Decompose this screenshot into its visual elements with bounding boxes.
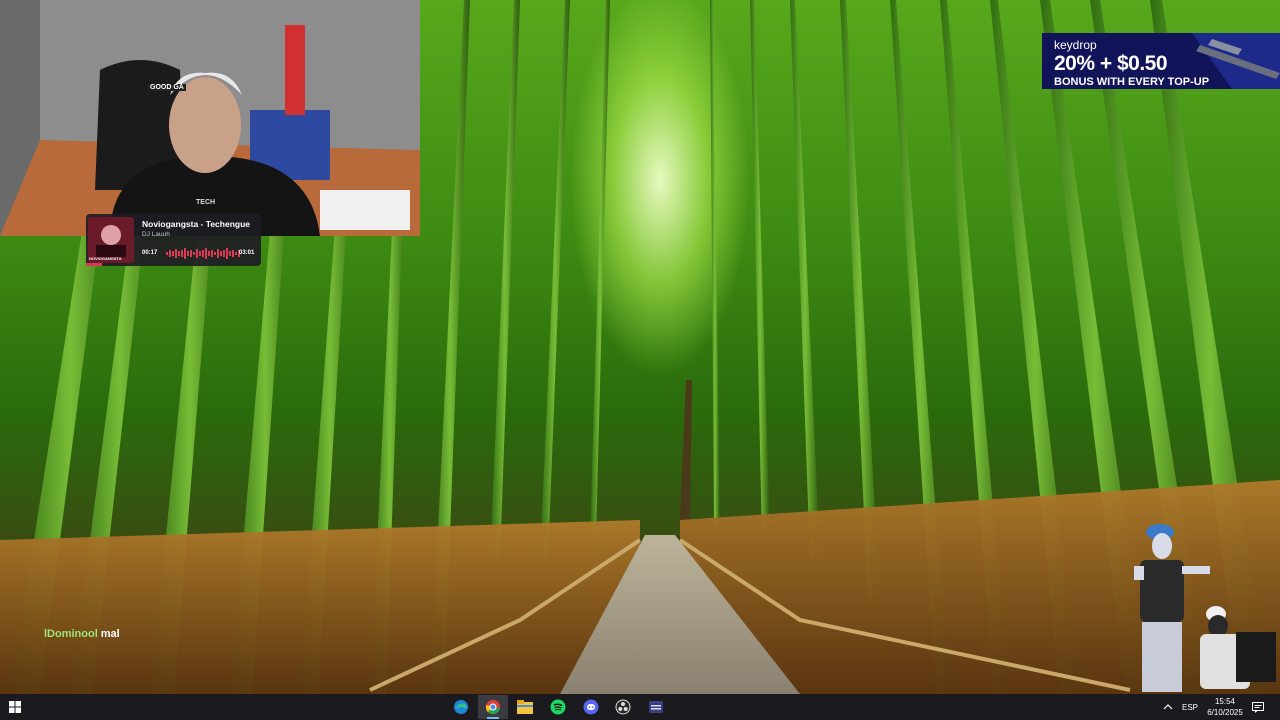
song-waveform bbox=[166, 248, 240, 259]
chair-label: GOOD GA bbox=[148, 84, 186, 91]
album-cover: NOVIOGANGSTA bbox=[88, 217, 134, 263]
language-label: ESP bbox=[1182, 702, 1199, 712]
album-cover-text: NOVIOGANGSTA bbox=[89, 256, 122, 261]
shirt-text: TECH bbox=[196, 199, 216, 206]
windows-taskbar: ESP 15:54 6/10/2025 bbox=[0, 694, 1280, 720]
spotify-icon[interactable] bbox=[543, 695, 573, 719]
clock-time: 15:54 bbox=[1214, 697, 1236, 706]
obs-icon[interactable] bbox=[608, 695, 638, 719]
song-duration: 03:01 bbox=[239, 250, 255, 256]
ad-brand: keydrop bbox=[1054, 38, 1097, 52]
windows-logo-icon[interactable] bbox=[0, 695, 30, 719]
chrome-icon[interactable] bbox=[478, 695, 508, 719]
ad-headline: 20% + $0.50 bbox=[1054, 52, 1168, 75]
chevron-up-icon[interactable] bbox=[1163, 694, 1173, 720]
clock[interactable]: 15:54 6/10/2025 bbox=[1202, 694, 1248, 720]
song-elapsed: 00:17 bbox=[142, 250, 158, 256]
now-playing-widget: NOVIOGANGSTA Noviogangsta - Techengue DJ… bbox=[86, 214, 261, 266]
edge-icon[interactable] bbox=[446, 695, 476, 719]
chat-message: lDominool mal bbox=[44, 628, 120, 640]
file-explorer-icon[interactable] bbox=[510, 695, 540, 719]
clock-date: 6/10/2025 bbox=[1207, 708, 1243, 717]
ad-subline: BONUS WITH EVERY TOP-UP bbox=[1054, 76, 1210, 88]
song-title: Noviogangsta - Techengue bbox=[142, 219, 250, 229]
discord-icon[interactable] bbox=[576, 695, 606, 719]
chat-message-text: mal bbox=[100, 628, 120, 640]
notification-icon[interactable] bbox=[1252, 694, 1264, 720]
keydrop-ad-banner: keydrop 20% + $0.50 BONUS WITH EVERY TOP… bbox=[1042, 33, 1280, 89]
song-progress-bar bbox=[86, 263, 102, 266]
chat-username: lDominool bbox=[44, 628, 98, 640]
character-overlay bbox=[1130, 522, 1280, 694]
input-language-indicator[interactable]: ESP bbox=[1182, 694, 1198, 720]
webcam-overlay: GOOD GA TECH bbox=[0, 0, 420, 236]
song-artist: DJ Lauuh bbox=[142, 231, 170, 238]
app-icon[interactable] bbox=[641, 695, 671, 719]
